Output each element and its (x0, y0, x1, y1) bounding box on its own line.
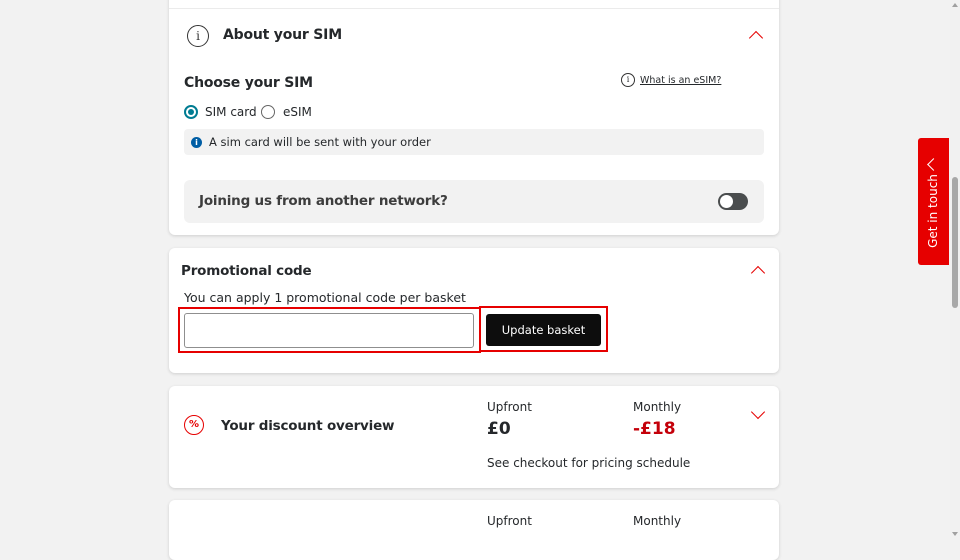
discount-overview-card[interactable]: % Your discount overview Upfront £0 Mont… (169, 386, 779, 488)
update-basket-button[interactable]: Update basket (486, 314, 601, 346)
sim-note-text: A sim card will be sent with your order (209, 135, 431, 149)
what-is-esim-link[interactable]: What is an eSIM? (640, 75, 721, 86)
network-question: Joining us from another network? (199, 193, 448, 209)
scroll-down-arrow-icon[interactable] (952, 532, 958, 536)
next-monthly-label: Monthly (633, 514, 682, 528)
card-top-divider (169, 8, 779, 9)
about-sim-card: i About your SIM Choose your SIM i What … (169, 0, 779, 235)
esim-info-icon: i (621, 73, 635, 87)
note-info-icon: i (191, 137, 202, 148)
upfront-label: Upfront (487, 400, 532, 414)
discount-title: Your discount overview (221, 418, 395, 434)
info-icon: i (187, 25, 209, 47)
radio-esim-label[interactable]: eSIM (283, 105, 312, 119)
scroll-thumb[interactable] (952, 177, 958, 308)
promo-description: You can apply 1 promotional code per bas… (184, 290, 466, 305)
radio-sim-card-label[interactable]: SIM card (205, 105, 257, 119)
sim-note-bar: i A sim card will be sent with your orde… (184, 129, 764, 155)
promo-code-input[interactable] (184, 313, 474, 348)
collapse-promo-chevron-icon[interactable] (750, 265, 766, 281)
pricing-schedule-note: See checkout for pricing schedule (487, 456, 691, 470)
next-upfront-label: Upfront (487, 514, 532, 528)
promo-title: Promotional code (181, 263, 312, 279)
choose-sim-label: Choose your SIM (184, 75, 313, 91)
monthly-discount-value: -£18 (633, 419, 676, 439)
discount-percent-icon: % (184, 415, 204, 435)
promo-code-card: Promotional code You can apply 1 promoti… (169, 248, 779, 373)
network-toggle[interactable] (718, 193, 748, 210)
radio-sim-card[interactable] (184, 105, 198, 119)
get-in-touch-label: Get in touch (926, 174, 940, 248)
collapse-sim-chevron-icon[interactable] (748, 30, 764, 46)
sim-section-title: About your SIM (223, 27, 342, 43)
expand-discount-chevron-icon[interactable] (750, 404, 766, 420)
page-scrollbar[interactable] (950, 0, 960, 540)
radio-esim[interactable] (261, 105, 275, 119)
monthly-label: Monthly (633, 400, 682, 414)
get-in-touch-chevron-icon (927, 158, 940, 171)
get-in-touch-tab[interactable]: Get in touch (918, 138, 949, 265)
next-summary-card: Upfront Monthly (169, 500, 779, 560)
scroll-up-arrow-icon[interactable] (952, 3, 958, 7)
network-switch-bar[interactable]: Joining us from another network? (184, 180, 764, 223)
upfront-value: £0 (487, 419, 511, 439)
